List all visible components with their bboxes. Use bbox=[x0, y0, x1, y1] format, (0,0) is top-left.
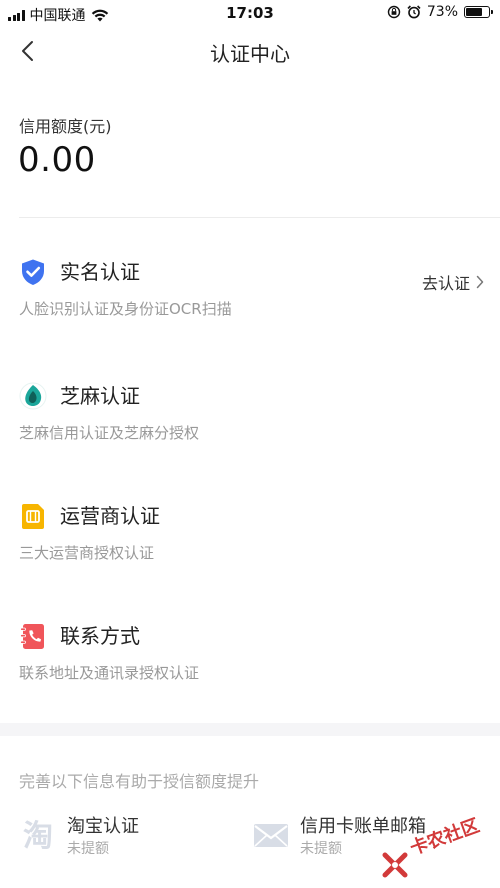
section-separator bbox=[0, 723, 500, 736]
phone-book-icon bbox=[20, 624, 44, 649]
credit-label: 信用额度(元) bbox=[19, 117, 112, 136]
cert-title: 运营商认证 bbox=[60, 504, 160, 528]
mail-icon bbox=[254, 824, 288, 847]
credit-value: 0.00 bbox=[18, 140, 96, 180]
go-certify-button[interactable]: 去认证 bbox=[422, 270, 484, 294]
cert-title: 芝麻认证 bbox=[60, 384, 140, 408]
extra-title: 淘宝认证 bbox=[67, 816, 139, 837]
taobao-icon: 淘 bbox=[23, 819, 53, 854]
extra-hint: 完善以下信息有助于授信额度提升 bbox=[19, 772, 260, 791]
status-right: 73% bbox=[387, 4, 493, 20]
page-title: 认证中心 bbox=[210, 42, 290, 66]
cert-title: 联系方式 bbox=[60, 624, 140, 648]
cert-desc: 三大运营商授权认证 bbox=[19, 544, 155, 562]
extra-item-taobao[interactable]: 淘 淘宝认证 未提额 bbox=[19, 812, 239, 862]
divider bbox=[19, 217, 500, 218]
alarm-icon bbox=[407, 5, 421, 19]
nav-bar: 认证中心 bbox=[0, 28, 500, 74]
cert-item-carrier[interactable]: 运营商认证 三大运营商授权认证 bbox=[0, 502, 500, 622]
cert-desc: 芝麻信用认证及芝麻分授权 bbox=[19, 424, 200, 442]
watermark-logo-icon bbox=[382, 852, 408, 878]
cert-desc: 联系地址及通讯录授权认证 bbox=[19, 664, 200, 682]
chevron-right-icon bbox=[476, 275, 484, 289]
go-certify-label: 去认证 bbox=[421, 274, 470, 293]
cert-title: 实名认证 bbox=[60, 260, 140, 284]
sesame-icon bbox=[19, 382, 47, 410]
shield-check-icon bbox=[22, 259, 44, 285]
extra-sub: 未提额 bbox=[300, 841, 342, 857]
battery-percent: 73% bbox=[426, 4, 458, 20]
cert-item-sesame[interactable]: 芝麻认证 芝麻信用认证及芝麻分授权 bbox=[0, 382, 500, 502]
cert-item-real-name[interactable]: 实名认证 人脸识别认证及身份证OCR扫描 去认证 bbox=[0, 258, 500, 378]
svg-text:淘: 淘 bbox=[23, 819, 53, 854]
status-bar: 中国联通 17:03 73% bbox=[0, 0, 500, 28]
watermark: 卡农社区 bbox=[382, 815, 492, 882]
rotation-lock-icon bbox=[387, 5, 401, 19]
sim-card-icon bbox=[22, 504, 44, 529]
battery-fill bbox=[466, 8, 483, 16]
extra-sub: 未提额 bbox=[67, 841, 109, 857]
cert-desc: 人脸识别认证及身份证OCR扫描 bbox=[19, 300, 232, 318]
battery-icon bbox=[464, 6, 493, 18]
